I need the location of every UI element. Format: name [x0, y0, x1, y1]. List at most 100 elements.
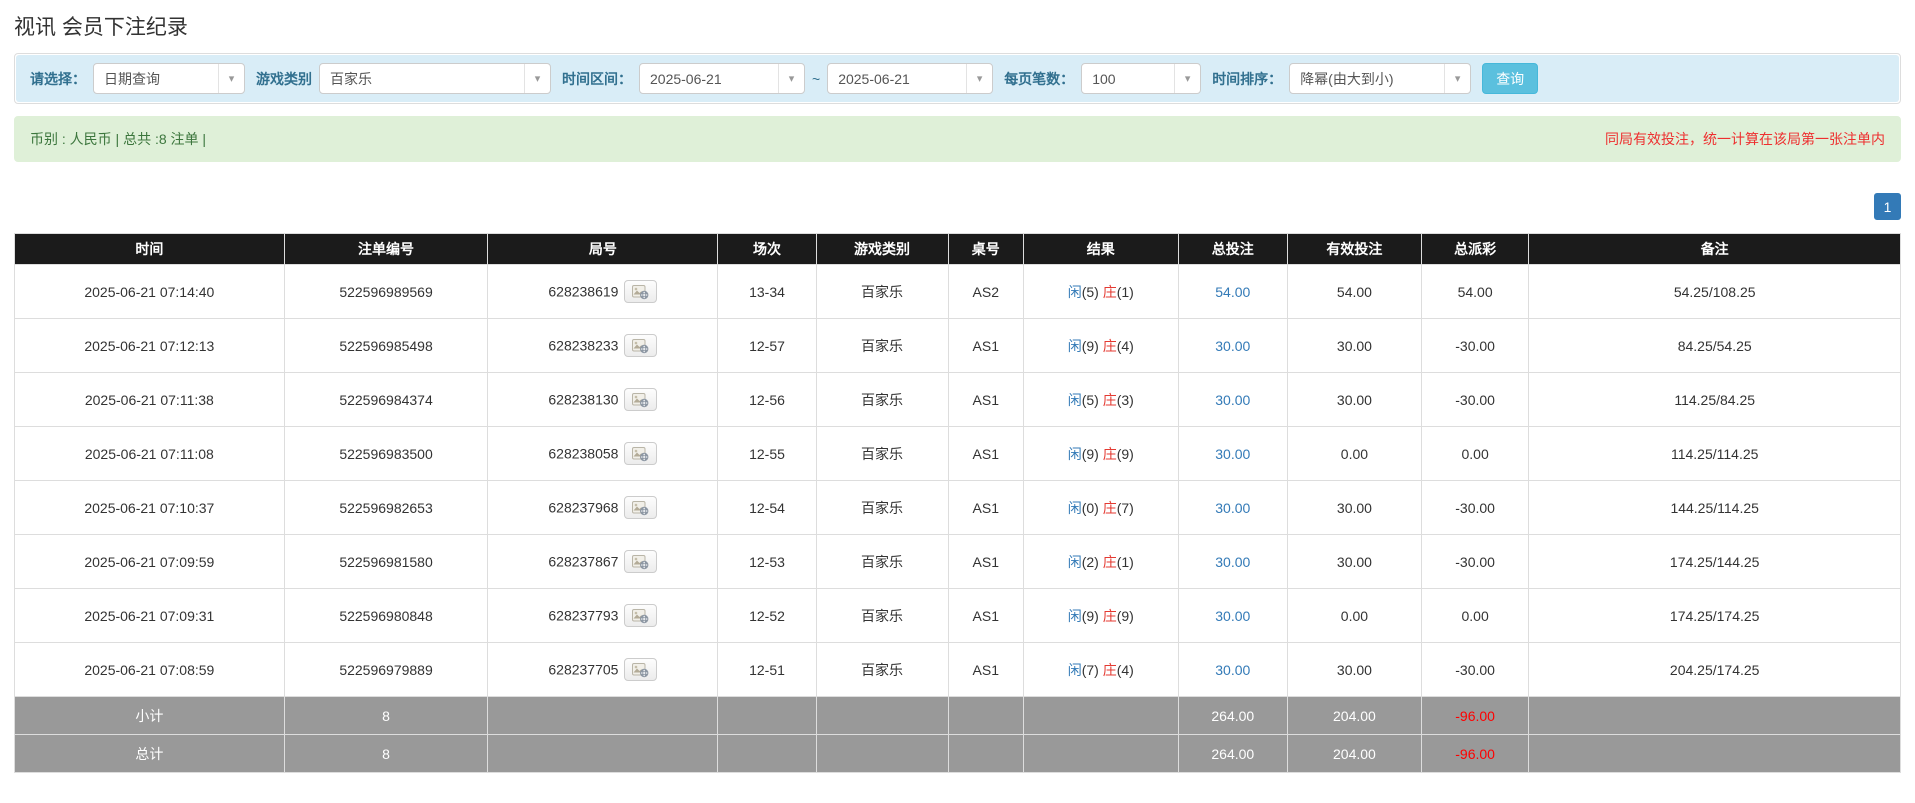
column-header: 总派彩	[1421, 234, 1529, 265]
date-range-tilde: ~	[812, 71, 820, 87]
cell-session: 12-51	[718, 643, 816, 697]
cell-result: 闲(0) 庄(7)	[1023, 481, 1178, 535]
time-sort-select[interactable]: 降幂(由大到小) ▾	[1289, 63, 1471, 94]
cell-game-type: 百家乐	[816, 427, 948, 481]
chevron-down-icon: ▾	[524, 64, 550, 93]
cell-time: 2025-06-21 07:08:59	[15, 643, 285, 697]
video-replay-button[interactable]	[624, 334, 657, 357]
cell-bet-number: 522596980848	[284, 589, 488, 643]
cell-result: 闲(9) 庄(4)	[1023, 319, 1178, 373]
page-size-select[interactable]: 100 ▾	[1081, 63, 1201, 94]
summary-total-payout: -96.00	[1421, 697, 1529, 735]
round-number-text: 628238130	[548, 392, 618, 408]
summary-label: 小计	[15, 697, 285, 735]
time-range-label: 时间区间：	[562, 69, 632, 89]
table-row: 2025-06-21 07:09:59522596981580628237867…	[15, 535, 1901, 589]
cell-round-number: 628237793	[488, 589, 718, 643]
cell-time: 2025-06-21 07:14:40	[15, 265, 285, 319]
cell-table-number: AS1	[948, 535, 1023, 589]
page: 视讯 会员下注纪录 请选择： 日期查询 ▾ 游戏类别 百家乐 ▾ 时间区间： 2…	[0, 0, 1915, 773]
video-replay-button[interactable]	[624, 496, 657, 519]
player-result-value: (0)	[1082, 500, 1103, 516]
query-mode-select[interactable]: 日期查询 ▾	[93, 63, 245, 94]
table-row: 2025-06-21 07:12:13522596985498628238233…	[15, 319, 1901, 373]
chevron-down-icon: ▾	[1174, 64, 1200, 93]
banker-result-value: (4)	[1117, 662, 1134, 678]
total-bet-link[interactable]: 54.00	[1215, 284, 1250, 300]
cell-session: 12-54	[718, 481, 816, 535]
cell-bet-number: 522596989569	[284, 265, 488, 319]
video-replay-button[interactable]	[624, 280, 657, 303]
round-number-text: 628238619	[548, 284, 618, 300]
column-header: 总投注	[1178, 234, 1287, 265]
pagination-page-1-button[interactable]: 1	[1874, 193, 1901, 220]
subtotal-row: 小计8264.00204.00-96.00	[15, 697, 1901, 735]
cell-total-payout: -30.00	[1421, 535, 1529, 589]
cell-valid-bet: 30.00	[1287, 373, 1421, 427]
player-result-label: 闲	[1068, 392, 1082, 408]
cell-table-number: AS1	[948, 589, 1023, 643]
cell-bet-number: 522596983500	[284, 427, 488, 481]
filter-panel: 请选择： 日期查询 ▾ 游戏类别 百家乐 ▾ 时间区间： 2025-06-21 …	[14, 53, 1901, 104]
total-bet-link[interactable]: 30.00	[1215, 446, 1250, 462]
round-number-text: 628237968	[548, 500, 618, 516]
banker-result-value: (9)	[1117, 446, 1134, 462]
cell-remark: 144.25/114.25	[1529, 481, 1901, 535]
total-bet-link[interactable]: 30.00	[1215, 554, 1250, 570]
total-bet-link[interactable]: 30.00	[1215, 662, 1250, 678]
cell-game-type: 百家乐	[816, 481, 948, 535]
filter-bar: 请选择： 日期查询 ▾ 游戏类别 百家乐 ▾ 时间区间： 2025-06-21 …	[16, 55, 1899, 102]
banker-result-value: (9)	[1117, 608, 1134, 624]
cell-session: 13-34	[718, 265, 816, 319]
player-result-value: (7)	[1082, 662, 1103, 678]
column-header: 游戏类别	[816, 234, 948, 265]
video-replay-button[interactable]	[624, 388, 657, 411]
cell-round-number: 628237867	[488, 535, 718, 589]
total-bet-link[interactable]: 30.00	[1215, 608, 1250, 624]
date-from-select[interactable]: 2025-06-21 ▾	[639, 63, 805, 94]
cell-result: 闲(9) 庄(9)	[1023, 589, 1178, 643]
column-header: 有效投注	[1287, 234, 1421, 265]
cell-remark: 54.25/108.25	[1529, 265, 1901, 319]
game-type-value: 百家乐	[320, 69, 382, 89]
video-replay-button[interactable]	[624, 604, 657, 627]
column-header: 桌号	[948, 234, 1023, 265]
video-replay-button[interactable]	[624, 442, 657, 465]
cell-total-bet: 30.00	[1178, 427, 1287, 481]
total-bet-link[interactable]: 30.00	[1215, 338, 1250, 354]
cell-time: 2025-06-21 07:12:13	[15, 319, 285, 373]
total-bet-link[interactable]: 30.00	[1215, 500, 1250, 516]
cell-remark: 204.25/174.25	[1529, 643, 1901, 697]
cell-game-type: 百家乐	[816, 589, 948, 643]
cell-round-number: 628238619	[488, 265, 718, 319]
video-replay-icon	[632, 393, 649, 408]
video-replay-icon	[632, 339, 649, 354]
video-replay-icon	[632, 555, 649, 570]
cell-game-type: 百家乐	[816, 535, 948, 589]
table-row: 2025-06-21 07:08:59522596979889628237705…	[15, 643, 1901, 697]
column-header: 局号	[488, 234, 718, 265]
betting-records-table: 时间注单编号局号场次游戏类别桌号结果总投注有效投注总派彩备注 2025-06-2…	[14, 233, 1901, 773]
cell-remark: 84.25/54.25	[1529, 319, 1901, 373]
cell-total-bet: 30.00	[1178, 643, 1287, 697]
table-row: 2025-06-21 07:09:31522596980848628237793…	[15, 589, 1901, 643]
total-bet-link[interactable]: 30.00	[1215, 392, 1250, 408]
video-replay-button[interactable]	[624, 658, 657, 681]
game-type-select[interactable]: 百家乐 ▾	[319, 63, 551, 94]
date-to-select[interactable]: 2025-06-21 ▾	[827, 63, 993, 94]
banker-result-label: 庄	[1103, 608, 1117, 624]
cell-valid-bet: 30.00	[1287, 481, 1421, 535]
cell-round-number: 628238058	[488, 427, 718, 481]
cell-valid-bet: 0.00	[1287, 589, 1421, 643]
banker-result-label: 庄	[1103, 500, 1117, 516]
cell-table-number: AS1	[948, 427, 1023, 481]
summary-total-payout: -96.00	[1421, 735, 1529, 773]
cell-valid-bet: 54.00	[1287, 265, 1421, 319]
summary-bar: 币别 : 人民币 | 总共 :8 注单 | 同局有效投注，统一计算在该局第一张注…	[14, 116, 1901, 162]
summary-empty-game	[816, 735, 948, 773]
video-replay-button[interactable]	[624, 550, 657, 573]
cell-remark: 174.25/174.25	[1529, 589, 1901, 643]
summary-empty-table	[948, 697, 1023, 735]
cell-remark: 114.25/84.25	[1529, 373, 1901, 427]
query-button[interactable]: 查询	[1482, 63, 1538, 94]
